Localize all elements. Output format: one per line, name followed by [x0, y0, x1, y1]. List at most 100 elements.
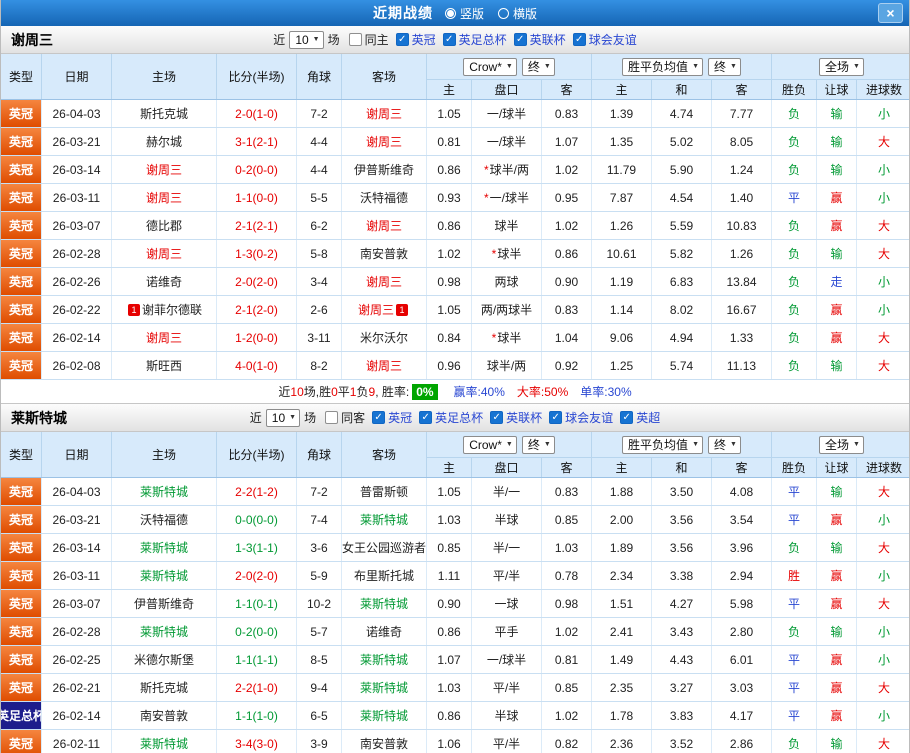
cell-text: 6-5	[310, 708, 328, 723]
filter-checkbox-3[interactable]: ✓ 英联杯	[513, 31, 566, 48]
cell-text: 1.11	[437, 568, 461, 583]
cell-text: 负	[787, 331, 800, 345]
cell-text: 输	[830, 163, 843, 177]
checkbox-label: 英冠	[388, 411, 413, 425]
cell-text: 3.43	[669, 624, 694, 639]
match-row: 英冠 26-02-08 斯旺西 4-0(1-0) 8-2 谢周三 0.96 球半/两 0.92 1…	[1, 352, 909, 380]
cell-text: 大	[877, 359, 890, 373]
col-handicap: 盘口	[471, 457, 541, 477]
filter-checkboxes: 同客 ✓ 英冠 ✓ 英足总杯 ✓ 英联杯 ✓ 球会友谊 ✓ 英超	[325, 409, 660, 426]
cell-text: 莱斯特城	[359, 513, 408, 527]
over-under-result: 大	[856, 240, 909, 267]
cell-text: 谢周三	[145, 247, 182, 261]
cell-text: 26-02-08	[52, 358, 101, 373]
filter-checkbox-1[interactable]: ✓ 英冠	[372, 409, 412, 426]
title-group: 近期战绩 竖版 横版	[373, 3, 537, 23]
cell-text: 7-2	[310, 484, 328, 499]
corner-score: 5-8	[296, 240, 341, 267]
match-result: 负	[771, 156, 816, 183]
horizontal-layout-radio[interactable]: 横版	[498, 5, 537, 22]
filter-checkbox-0[interactable]: 同主	[348, 31, 389, 48]
scope-select[interactable]: 全场 ▼	[819, 57, 864, 76]
avg-win-odds: 1.25	[591, 352, 651, 379]
home-team: 1 谢菲尔德联	[111, 296, 216, 323]
cell-text: 1.03	[554, 540, 579, 555]
away-team: 谢周三	[341, 212, 426, 239]
filter-checkbox-1[interactable]: ✓ 英冠	[395, 31, 436, 48]
avg-stage-select[interactable]: 终 ▼	[708, 435, 741, 454]
match-row: 英冠 26-02-14 谢周三 1-2(0-0) 3-11 米尔沃尔 0.84 * 球半 1.04…	[1, 324, 909, 352]
avg-type-select[interactable]: 胜平负均值 ▼	[622, 435, 703, 454]
cell-text: 2-6	[310, 302, 328, 317]
match-row: 英冠 26-04-03 斯托克城 2-0(1-0) 7-2 谢周三 1.05 一/球半 0.83…	[1, 100, 909, 128]
odds-stage-select[interactable]: 终 ▼	[521, 435, 555, 454]
match-result: 平	[771, 478, 816, 505]
odds-stage-value: 终	[527, 438, 540, 452]
avg-win-odds: 1.26	[591, 212, 651, 239]
match-count-select[interactable]: 10 ▼	[265, 408, 301, 427]
cell-text: 1.35	[609, 134, 634, 149]
cell-text: 负	[787, 219, 800, 233]
avg-stage-select[interactable]: 终 ▼	[708, 57, 741, 76]
filter-checkbox-0[interactable]: 同客	[325, 409, 365, 426]
cell-text: 1.05	[437, 484, 461, 499]
match-date: 26-02-14	[41, 702, 111, 729]
cell-text: 1.26	[609, 218, 634, 233]
cell-text: 5-5	[310, 190, 328, 205]
bookmaker-select[interactable]: Crow* ▼	[463, 435, 517, 454]
home-team: 斯托克城	[111, 100, 216, 127]
bookmaker-select-value: Crow*	[469, 437, 502, 452]
avg-win-odds: 7.87	[591, 184, 651, 211]
bookmaker-select[interactable]: Crow* ▼	[463, 57, 517, 76]
filter-checkbox-4[interactable]: ✓ 球会友谊	[549, 409, 613, 426]
cell-text: 英冠	[8, 163, 33, 177]
avg-lose-odds: 1.26	[711, 240, 771, 267]
cell-text: 3-9	[310, 736, 328, 751]
over-under-result: 大	[856, 212, 909, 239]
cell-text: 9.06	[609, 330, 634, 345]
match-count-select[interactable]: 10 ▼	[289, 30, 324, 49]
cell-text: 0.95	[554, 190, 579, 205]
filter-checkbox-5[interactable]: ✓ 英超	[620, 409, 660, 426]
cell-text: 0.93	[437, 190, 461, 205]
col-avg-lose: 客	[711, 79, 771, 99]
cell-text: 7.87	[609, 190, 634, 205]
cell-text: 26-02-21	[52, 680, 101, 695]
ah-away-odds: 0.81	[541, 646, 591, 673]
ah-away-odds: 0.83	[541, 100, 591, 127]
match-result: 负	[771, 534, 816, 561]
odds-stage-select[interactable]: 终 ▼	[521, 57, 555, 76]
checkbox-label: 同主	[364, 33, 389, 47]
ah-home-odds: 1.06	[426, 730, 471, 753]
ah-away-odds: 1.02	[541, 212, 591, 239]
away-team: 米尔沃尔	[341, 324, 426, 351]
home-team: 米德尔斯堡	[111, 646, 216, 673]
filter-checkboxes: 同主 ✓ 英冠 ✓ 英足总杯 ✓ 英联杯 ✓ 球会友谊	[348, 31, 637, 48]
home-team: 谢周三	[111, 240, 216, 267]
close-button[interactable]: ×	[878, 3, 903, 23]
cell-text: 1.07	[437, 652, 461, 667]
summary-text: 1	[349, 384, 357, 399]
match-row: 英冠 26-02-25 米德尔斯堡 1-1(1-1) 8-5 莱斯特城 1.07 一/球半 0.…	[1, 646, 909, 674]
avg-draw-odds: 3.83	[651, 702, 711, 729]
avg-lose-odds: 2.80	[711, 618, 771, 645]
filter-checkbox-3[interactable]: ✓ 英联杯	[490, 409, 542, 426]
avg-type-select[interactable]: 胜平负均值 ▼	[622, 57, 703, 76]
cell-text: 赫尔城	[145, 135, 182, 149]
home-team: 谢周三	[111, 324, 216, 351]
summary-stat: 赢率:40%	[453, 385, 505, 399]
scope-select[interactable]: 全场 ▼	[819, 435, 864, 454]
cell-text: 2.80	[729, 624, 754, 639]
filter-checkbox-2[interactable]: ✓ 英足总杯	[419, 409, 483, 426]
avg-draw-odds: 3.27	[651, 674, 711, 701]
avg-lose-odds: 13.84	[711, 268, 771, 295]
filter-checkbox-2[interactable]: ✓ 英足总杯	[442, 31, 507, 48]
cell-text: 1.02	[554, 624, 579, 639]
cell-text: 南安普敦	[359, 247, 408, 261]
away-team: 莱斯特城	[341, 646, 426, 673]
vertical-layout-radio[interactable]: 竖版	[444, 5, 484, 22]
filter-checkbox-4[interactable]: ✓ 球会友谊	[572, 31, 637, 48]
avg-win-odds: 9.06	[591, 324, 651, 351]
cell-text: 莱斯特城	[359, 681, 408, 695]
cell-text: 赢	[830, 513, 843, 527]
